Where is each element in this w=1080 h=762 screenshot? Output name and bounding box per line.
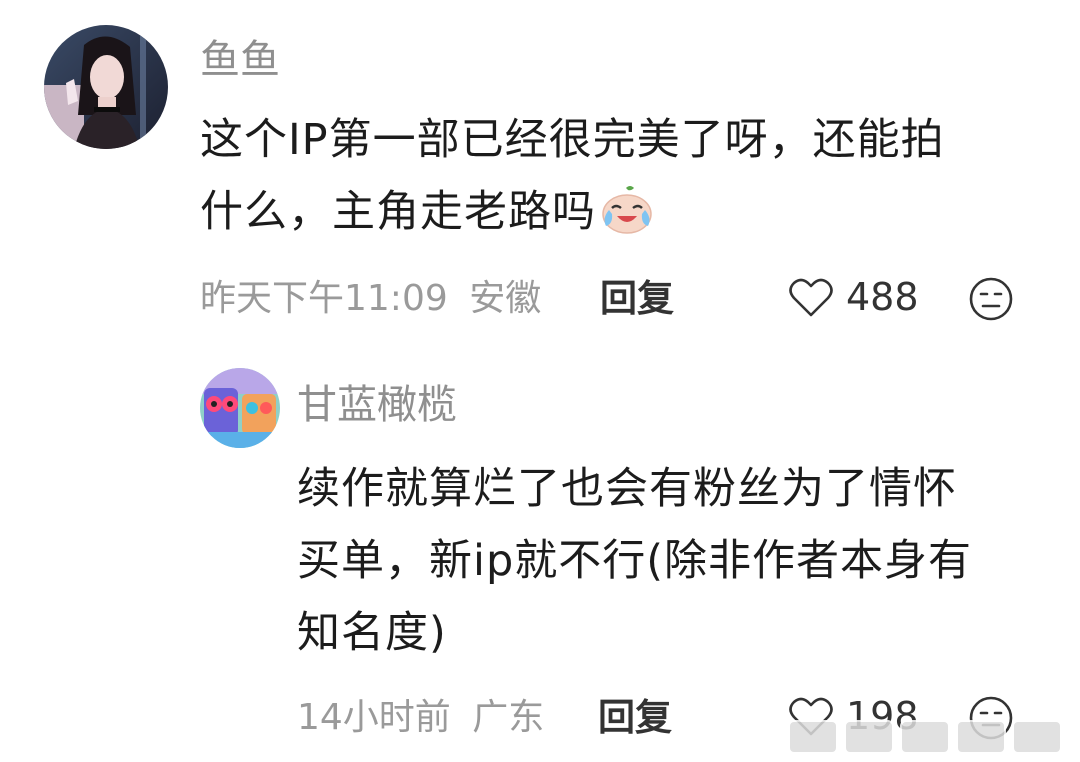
watermark-block bbox=[900, 720, 950, 754]
watermark-block bbox=[1012, 720, 1062, 754]
location: 广东 bbox=[472, 697, 545, 738]
avatar[interactable] bbox=[200, 368, 280, 448]
comment-text-line: 什么，主角走老路吗 bbox=[200, 176, 945, 256]
comment-meta: 昨天下午11:09 安徽 bbox=[200, 281, 541, 317]
comment-text: 这个IP第一部已经很完美了呀，还能拍 什么，主角走老路吗 bbox=[200, 104, 945, 256]
watermark bbox=[788, 720, 1062, 754]
comment-text-segment: 什么，主角走老路吗 bbox=[200, 187, 596, 237]
avatar[interactable] bbox=[44, 25, 168, 149]
comment-text-line: 知名度) bbox=[297, 608, 447, 658]
reply-button[interactable]: 回复 bbox=[598, 699, 672, 736]
comment-meta: 14小时前 广东 bbox=[297, 700, 544, 736]
timestamp: 昨天下午11:09 bbox=[200, 278, 448, 319]
watermark-block bbox=[956, 720, 1006, 754]
like-button[interactable]: 488 bbox=[788, 276, 919, 318]
comment-text: 续作就算烂了也会有粉丝为了情怀 买单，新ip就不行(除非作者本身有 知名度) bbox=[297, 453, 972, 669]
comment-thread: 鱼鱼 这个IP第一部已经很完美了呀，还能拍 什么，主角走老路吗 昨天下午11:0… bbox=[0, 0, 1080, 762]
crying-laughing-emoji-icon bbox=[600, 184, 654, 256]
username[interactable]: 甘蓝橄榄 bbox=[297, 385, 457, 425]
comment-text-line: 续作就算烂了也会有粉丝为了情怀 bbox=[297, 464, 957, 514]
reply-button[interactable]: 回复 bbox=[600, 280, 674, 317]
username[interactable]: 鱼鱼 bbox=[200, 40, 280, 80]
comment-text-line: 这个IP第一部已经很完美了呀，还能拍 bbox=[200, 115, 945, 165]
dislike-button[interactable] bbox=[968, 276, 1014, 326]
avatar-girl-icon bbox=[44, 25, 168, 149]
avatar-cartoon-icon bbox=[200, 368, 280, 448]
like-count: 488 bbox=[846, 275, 919, 319]
location: 安徽 bbox=[469, 278, 542, 319]
timestamp: 14小时前 bbox=[297, 697, 451, 738]
watermark-block bbox=[844, 720, 894, 754]
comment-text-line: 买单，新ip就不行(除非作者本身有 bbox=[297, 536, 973, 586]
watermark-block bbox=[788, 720, 838, 754]
heart-icon bbox=[789, 278, 833, 317]
neutral-face-icon bbox=[969, 277, 1013, 321]
